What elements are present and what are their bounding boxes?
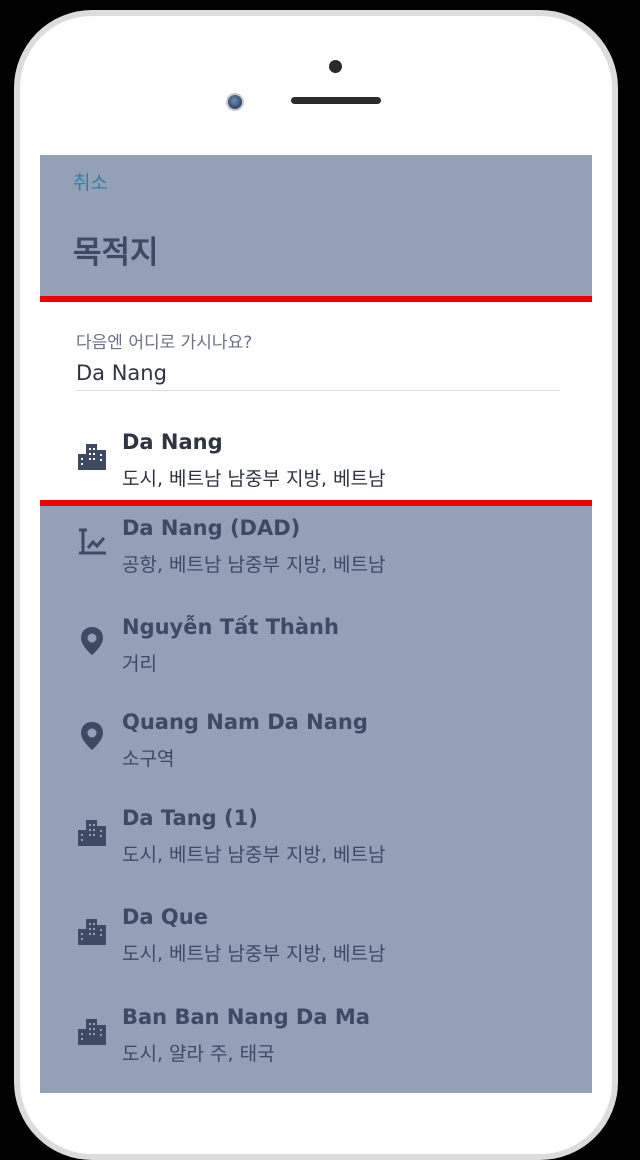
result-item-da-que[interactable]: Da Que 도시, 베트남 남중부 지방, 베트남 (40, 905, 592, 995)
destination-search-screen: 취소 목적지 다음엔 어디로 가시나요? Da Nang Da Nang 도시,… (40, 155, 592, 1093)
earpiece-speaker (291, 97, 381, 104)
location-pin-icon (81, 722, 103, 750)
front-camera (226, 93, 244, 111)
result-subtitle: 도시, 베트남 남중부 지방, 베트남 (122, 468, 386, 490)
result-name: Da Nang (DAD) (122, 516, 301, 540)
search-highlight-box: 다음엔 어디로 가시나요? Da Nang Da Nang 도시, 베트남 남중… (40, 296, 592, 506)
result-name: Da Que (122, 905, 208, 929)
result-item-quang-nam-da-nang[interactable]: Quang Nam Da Nang 소구역 (40, 710, 592, 800)
page-title: 목적지 (73, 235, 159, 271)
result-item-ban-ban-nang-da-ma[interactable]: Ban Ban Nang Da Ma 도시, 얄라 주, 태국 (40, 1005, 592, 1093)
result-item-da-tang[interactable]: Da Tang (1) 도시, 베트남 남중부 지방, 베트남 (40, 806, 592, 896)
search-underline (76, 390, 560, 391)
location-pin-icon (81, 627, 103, 655)
result-subtitle: 소구역 (122, 748, 175, 770)
result-subtitle: 거리 (122, 653, 157, 675)
result-name: Da Tang (1) (122, 806, 258, 830)
airport-icon (79, 528, 106, 555)
cancel-button[interactable]: 취소 (73, 168, 108, 195)
city-icon (78, 444, 106, 470)
result-subtitle: 도시, 얄라 주, 태국 (122, 1043, 275, 1065)
result-name: Ban Ban Nang Da Ma (122, 1005, 370, 1029)
city-icon (78, 1019, 106, 1045)
result-subtitle: 도시, 베트남 남중부 지방, 베트남 (122, 943, 386, 965)
search-label: 다음엔 어디로 가시나요? (76, 333, 253, 353)
result-subtitle: 공항, 베트남 남중부 지방, 베트남 (122, 554, 386, 576)
result-item-nguyen-tat-thanh[interactable]: Nguyễn Tất Thành 거리 (40, 615, 592, 705)
result-name: Da Nang (122, 430, 223, 454)
front-sensor (329, 60, 342, 73)
search-input[interactable]: Da Nang (76, 361, 167, 385)
city-icon (78, 919, 106, 945)
city-icon (78, 820, 106, 846)
result-item-da-nang[interactable]: Da Nang 도시, 베트남 남중부 지방, 베트남 (40, 430, 592, 520)
result-item-da-nang-airport[interactable]: Da Nang (DAD) 공항, 베트남 남중부 지방, 베트남 (40, 516, 592, 606)
result-name: Quang Nam Da Nang (122, 710, 368, 734)
result-name: Nguyễn Tất Thành (122, 615, 339, 639)
result-subtitle: 도시, 베트남 남중부 지방, 베트남 (122, 844, 386, 866)
